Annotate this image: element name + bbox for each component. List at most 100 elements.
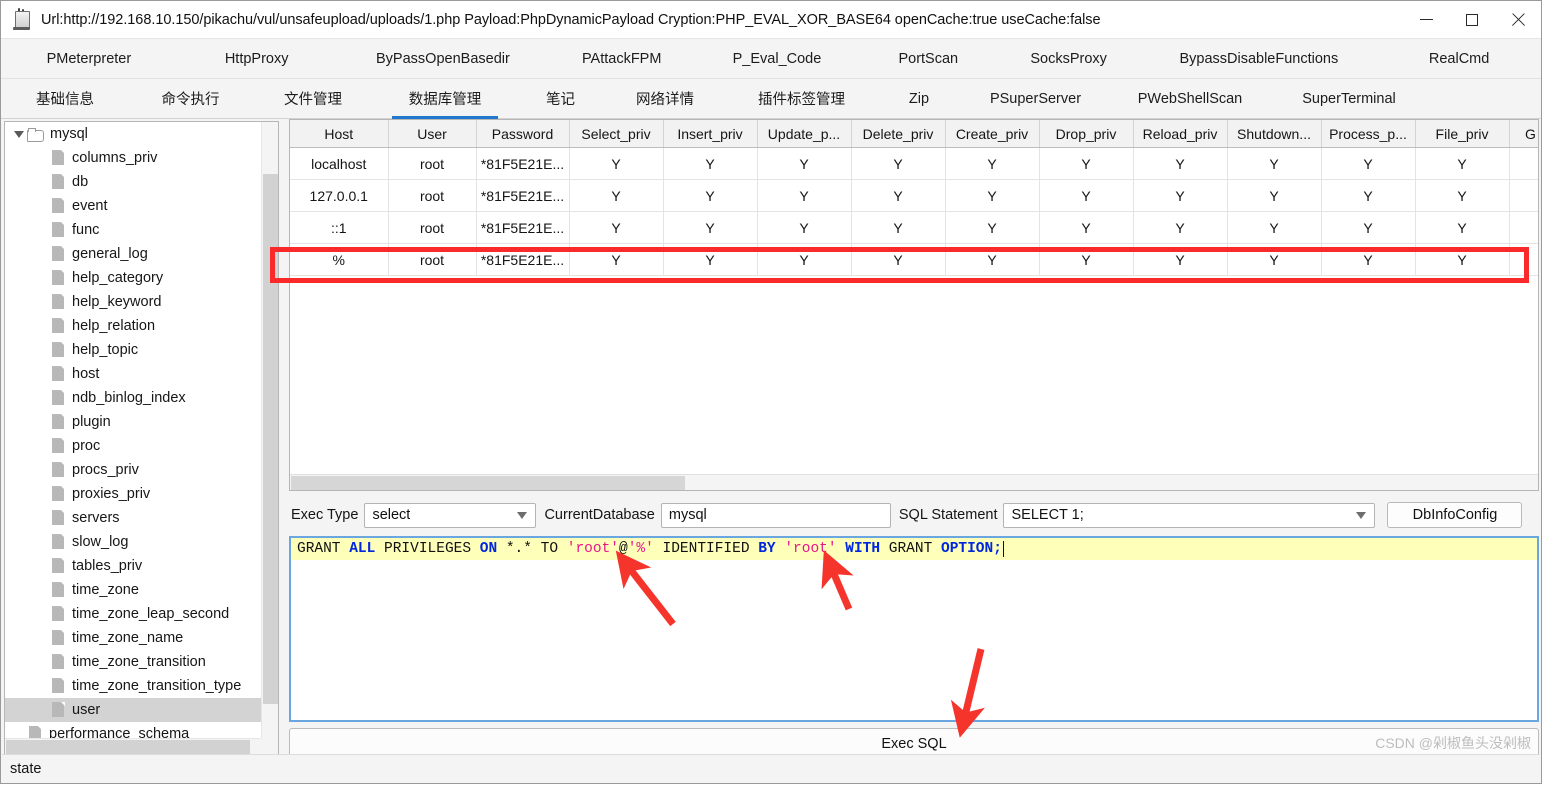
tab-socksproxy[interactable]: SocksProxy	[997, 39, 1141, 78]
dbinfoconfig-button[interactable]: DbInfoConfig	[1387, 502, 1523, 528]
column-header-delete-priv[interactable]: Delete_priv	[851, 120, 946, 148]
table-hscroll-thumb[interactable]	[291, 476, 685, 490]
close-icon[interactable]	[1495, 1, 1541, 39]
table-horizontal-scrollbar[interactable]	[290, 474, 1538, 490]
tab-pwebshellscan[interactable]: PWebShellScan	[1111, 79, 1269, 118]
tab-realcmd[interactable]: RealCmd	[1377, 39, 1541, 78]
tree-item-help-category[interactable]: help_category	[5, 266, 261, 290]
tree-horizontal-scrollbar[interactable]	[5, 738, 261, 755]
database-tree-pane: mysql columns_priv db event func general…	[1, 119, 281, 770]
tab-pmeterpreter[interactable]: PMeterpreter	[1, 39, 177, 78]
table-row[interactable]: localhost root *81F5E21E... Y Y Y Y Y Y …	[290, 147, 1538, 180]
tree-item-func[interactable]: func	[5, 218, 261, 242]
tree-item-host[interactable]: host	[5, 362, 261, 386]
tab-basic-info[interactable]: 基础信息	[1, 79, 129, 118]
tab-pattackfpm[interactable]: PAttackFPM	[549, 39, 694, 78]
current-database-input[interactable]: mysql	[660, 502, 891, 528]
tree-item-event[interactable]: event	[5, 194, 261, 218]
tree-item-columns-priv[interactable]: columns_priv	[5, 146, 261, 170]
sql-token: PRIVILEGES	[375, 541, 480, 557]
tree-node-performance-schema[interactable]: performance_schema	[5, 722, 261, 738]
table-icon	[52, 486, 65, 502]
tree-hscroll-thumb[interactable]	[6, 740, 250, 755]
tree-item-label: user	[72, 702, 101, 718]
table-icon	[52, 150, 65, 166]
cell-insert-priv: Y	[663, 211, 758, 244]
tree-item-proc[interactable]: proc	[5, 434, 261, 458]
module-tab-bar: 基础信息 命令执行 文件管理 数据库管理 笔记 网络详情 插件标签管理 Zip …	[1, 79, 1541, 119]
table-icon	[52, 222, 65, 238]
tree-item-time-zone-name[interactable]: time_zone_name	[5, 626, 261, 650]
column-header-update-priv[interactable]: Update_p...	[757, 120, 852, 148]
watermark: CSDN @剁椒鱼头没剁椒	[1375, 735, 1531, 751]
tree-item-user[interactable]: user	[5, 698, 261, 722]
tree-item-time-zone-transition[interactable]: time_zone_transition	[5, 650, 261, 674]
chevron-down-icon[interactable]	[11, 130, 27, 138]
maximize-icon[interactable]	[1449, 1, 1495, 39]
sql-statement-select[interactable]: SELECT 1;	[1003, 502, 1376, 528]
tab-zip[interactable]: Zip	[878, 79, 960, 118]
tree-item-servers[interactable]: servers	[5, 506, 261, 530]
cell-grant-priv	[1509, 179, 1538, 212]
tree-item-plugin[interactable]: plugin	[5, 410, 261, 434]
column-header-drop-priv[interactable]: Drop_priv	[1039, 120, 1134, 148]
cell-delete-priv: Y	[851, 243, 946, 276]
column-header-grant-priv[interactable]: G	[1509, 120, 1538, 148]
tree-item-db[interactable]: db	[5, 170, 261, 194]
cell-user: root	[388, 243, 477, 276]
tab-portscan[interactable]: PortScan	[860, 39, 997, 78]
column-header-select-priv[interactable]: Select_priv	[569, 120, 664, 148]
tree-item-proxies-priv[interactable]: proxies_priv	[5, 482, 261, 506]
column-header-file-priv[interactable]: File_priv	[1415, 120, 1510, 148]
column-header-insert-priv[interactable]: Insert_priv	[663, 120, 758, 148]
cell-grant-priv	[1509, 147, 1538, 180]
column-header-process-priv[interactable]: Process_p...	[1321, 120, 1416, 148]
column-header-password[interactable]: Password	[476, 120, 570, 148]
tab-p-eval-code[interactable]: P_Eval_Code	[694, 39, 860, 78]
tree-item-time-zone-leap-second[interactable]: time_zone_leap_second	[5, 602, 261, 626]
tab-notes[interactable]: 笔记	[516, 79, 605, 118]
tree-item-help-relation[interactable]: help_relation	[5, 314, 261, 338]
table-icon	[52, 318, 65, 334]
tree-item-general-log[interactable]: general_log	[5, 242, 261, 266]
tab-command-exec[interactable]: 命令执行	[129, 79, 252, 118]
tab-plugin-tag-manage[interactable]: 插件标签管理	[725, 79, 878, 118]
tab-httpproxy[interactable]: HttpProxy	[177, 39, 337, 78]
table-row[interactable]: 127.0.0.1 root *81F5E21E... Y Y Y Y Y Y …	[290, 179, 1538, 212]
table-icon	[52, 534, 65, 550]
tab-network-detail[interactable]: 网络详情	[605, 79, 725, 118]
tree-item-tables-priv[interactable]: tables_priv	[5, 554, 261, 578]
current-database-label: CurrentDatabase	[544, 507, 655, 523]
column-header-host[interactable]: Host	[290, 120, 389, 148]
tree-node-mysql[interactable]: mysql	[5, 122, 261, 146]
table-row[interactable]: ::1 root *81F5E21E... Y Y Y Y Y Y Y Y Y	[290, 211, 1538, 244]
tree-item-help-keyword[interactable]: help_keyword	[5, 290, 261, 314]
sql-editor[interactable]: GRANT ALL PRIVILEGES ON *.* TO 'root' @ '%…	[289, 536, 1539, 722]
tree-item-slow-log[interactable]: slow_log	[5, 530, 261, 554]
tree-vertical-scrollbar[interactable]	[261, 122, 278, 738]
column-header-create-priv[interactable]: Create_priv	[945, 120, 1040, 148]
minimize-icon[interactable]	[1403, 1, 1449, 39]
tree-item-procs-priv[interactable]: procs_priv	[5, 458, 261, 482]
tab-psuperserver[interactable]: PSuperServer	[960, 79, 1111, 118]
tree-item-time-zone[interactable]: time_zone	[5, 578, 261, 602]
tree-item-ndb-binlog-index[interactable]: ndb_binlog_index	[5, 386, 261, 410]
sql-editor-line[interactable]: GRANT ALL PRIVILEGES ON *.* TO 'root' @ '%…	[291, 538, 1537, 560]
column-header-reload-priv[interactable]: Reload_priv	[1133, 120, 1228, 148]
tab-superterminal[interactable]: SuperTerminal	[1269, 79, 1429, 118]
column-header-shutdown-priv[interactable]: Shutdown...	[1227, 120, 1322, 148]
tab-database-manage[interactable]: 数据库管理	[374, 79, 516, 118]
table-icon	[52, 174, 65, 190]
tree-vscroll-thumb[interactable]	[263, 174, 278, 704]
tab-file-manage[interactable]: 文件管理	[252, 79, 374, 118]
tab-bypassopenbasedir[interactable]: ByPassOpenBasedir	[337, 39, 550, 78]
sql-token: ON	[479, 541, 498, 557]
tree-item-time-zone-transition-type[interactable]: time_zone_transition_type	[5, 674, 261, 698]
tree-item-help-topic[interactable]: help_topic	[5, 338, 261, 362]
tab-bypassdisablefunctions[interactable]: BypassDisableFunctions	[1141, 39, 1378, 78]
exec-type-select[interactable]: select	[364, 502, 537, 528]
cell-host: 127.0.0.1	[290, 179, 389, 212]
pane-splitter[interactable]	[281, 119, 289, 770]
table-row-highlighted[interactable]: % root *81F5E21E... Y Y Y Y Y Y Y Y Y Y	[290, 243, 1538, 276]
column-header-user[interactable]: User	[388, 120, 477, 148]
